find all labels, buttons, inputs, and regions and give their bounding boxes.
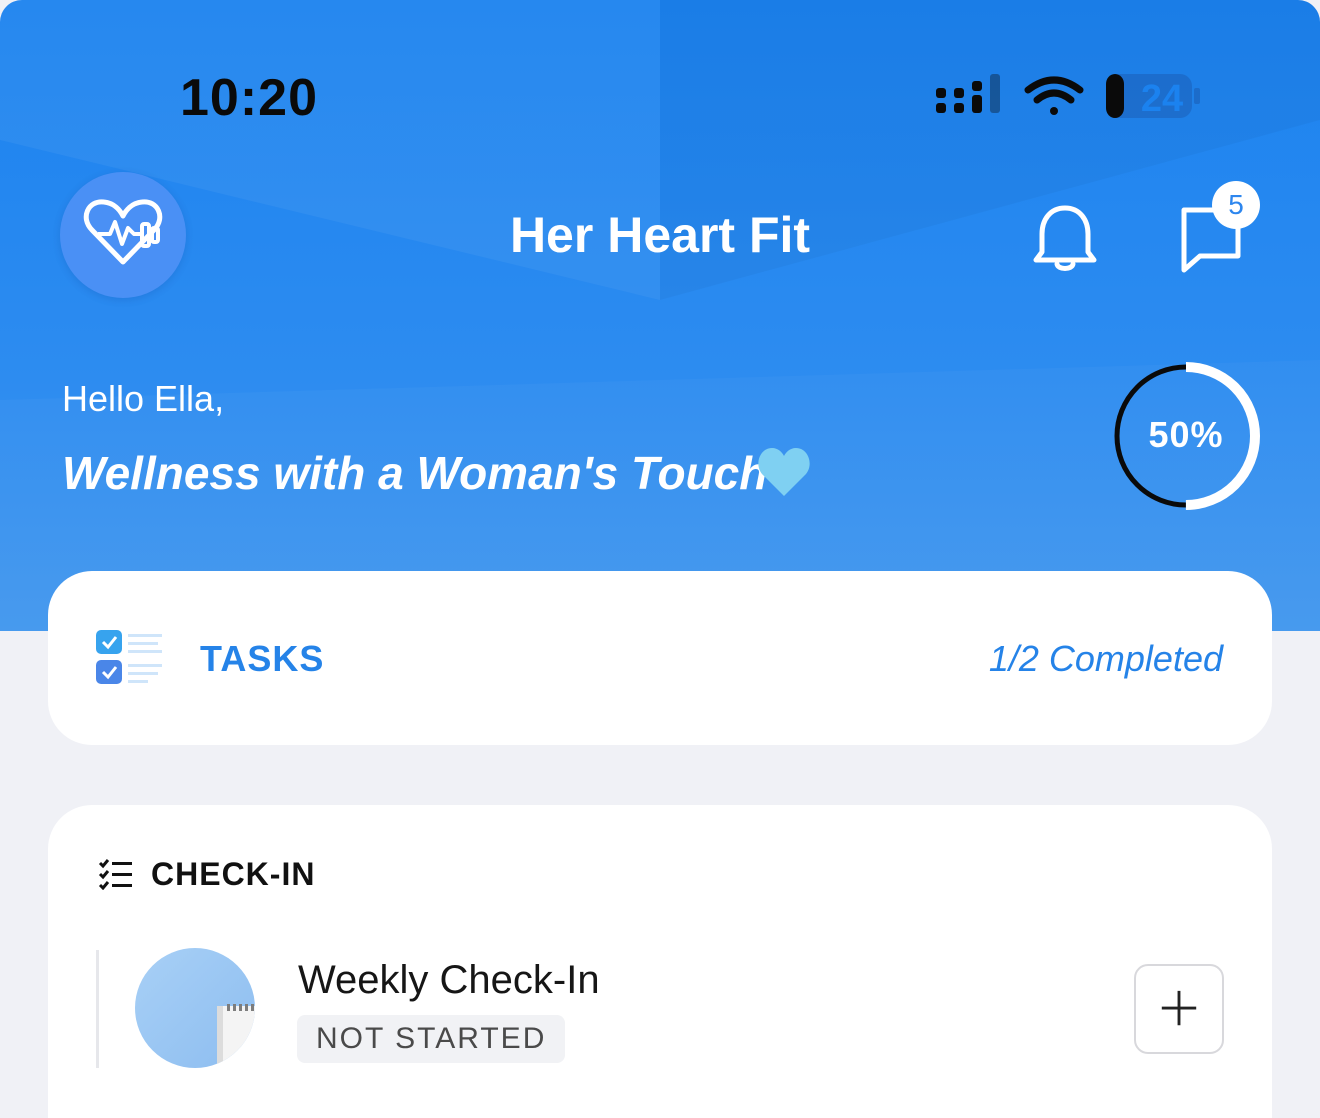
checkin-item-status: NOT STARTED <box>297 1015 566 1063</box>
app-title: Her Heart Fit <box>509 207 811 263</box>
add-checkin-button[interactable] <box>1134 964 1224 1054</box>
bell-icon[interactable] <box>1030 200 1100 276</box>
messages-badge: 5 <box>1212 181 1260 229</box>
battery-level: 24 <box>1141 78 1183 120</box>
wifi-icon <box>1024 76 1084 115</box>
tagline: Wellness with a Woman's Touch <box>62 447 768 499</box>
greeting: Hello Ella, <box>62 378 225 419</box>
notepad-icon <box>217 1004 255 1068</box>
checkin-title: CHECK-IN <box>151 856 316 892</box>
tasks-label: TASKS <box>200 638 325 679</box>
checkin-item-title[interactable]: Weekly Check-In <box>298 958 600 1003</box>
signal-icon <box>936 74 1000 113</box>
checklist-icon <box>96 630 162 684</box>
status-time: 10:20 <box>180 69 318 127</box>
status-bar-icons: 24 <box>936 74 1200 120</box>
light-blue-heart-icon <box>758 448 810 496</box>
checklist-small-icon <box>98 859 132 890</box>
plus-icon <box>1161 990 1197 1026</box>
progress-label: 50% <box>1148 414 1224 455</box>
checkin-item-divider <box>96 950 99 1068</box>
notepad-thumbnail <box>135 948 255 1068</box>
tasks-status: 1/2 Completed <box>988 638 1223 679</box>
